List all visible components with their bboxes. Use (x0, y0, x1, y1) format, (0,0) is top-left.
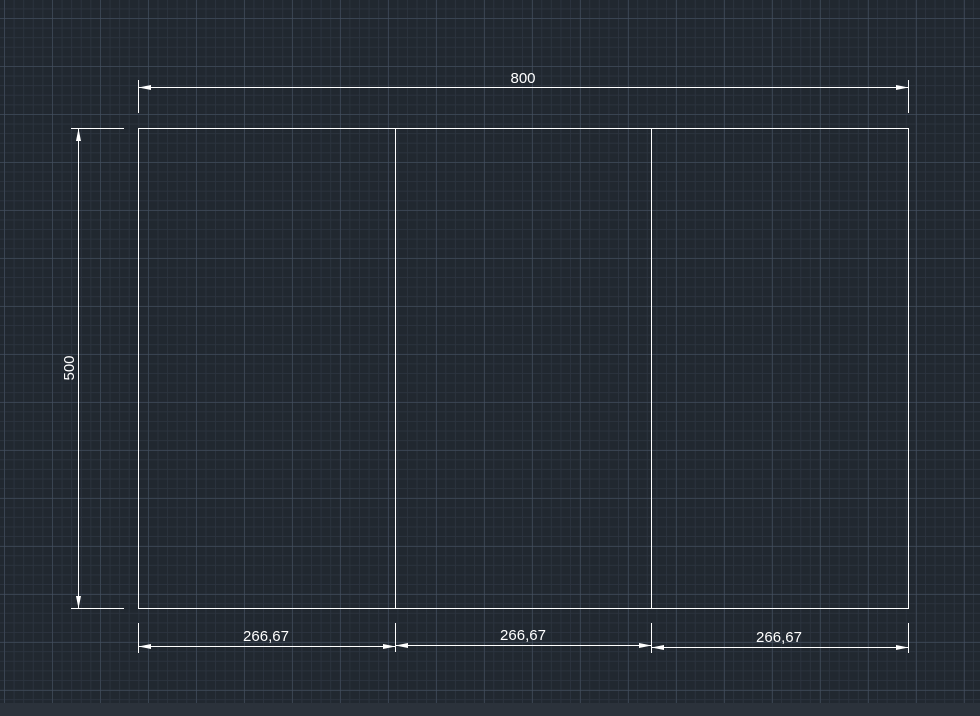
dimension-text-width: 800 (510, 70, 535, 87)
arrowhead (138, 644, 151, 649)
drawing-canvas[interactable]: 800 500 266,67 266,67 266,67 (0, 0, 980, 716)
geometry-group (138, 128, 909, 609)
arrowhead (639, 643, 652, 648)
arrowhead (896, 85, 909, 90)
arrowhead (651, 645, 664, 650)
arrowhead (76, 128, 81, 141)
arrowhead (138, 85, 151, 90)
dimension-text-segment-2: 266,67 (500, 627, 546, 644)
arrowhead (383, 644, 396, 649)
outer-rectangle[interactable] (138, 128, 909, 609)
bottom-strip (0, 703, 980, 716)
arrowhead (395, 643, 408, 648)
arrowhead (896, 645, 909, 650)
arrowhead (76, 596, 81, 609)
dimension-text-height: 500 (61, 355, 78, 380)
cad-drawing[interactable]: 800 500 266,67 266,67 266,67 (0, 0, 980, 716)
dimension-text-segment-3: 266,67 (756, 629, 802, 646)
dimension-left[interactable] (71, 128, 124, 609)
dimension-text-segment-1: 266,67 (243, 628, 289, 645)
